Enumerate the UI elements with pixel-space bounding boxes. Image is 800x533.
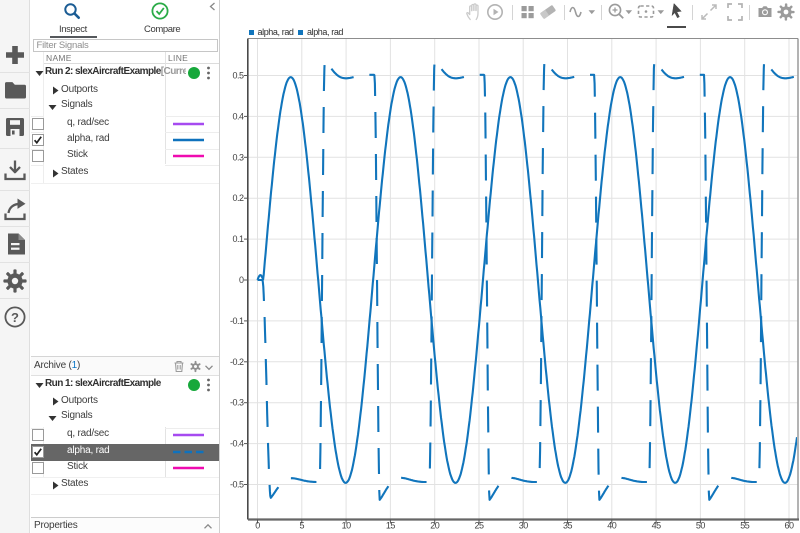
svg-text:5: 5 [300,521,305,531]
svg-text:?: ? [11,310,19,325]
svg-text:35: 35 [563,521,573,531]
svg-text:0.4: 0.4 [232,111,244,121]
svg-text:50: 50 [696,521,706,531]
svg-text:0.3: 0.3 [232,152,244,162]
svg-text:-0.3: -0.3 [230,398,244,408]
svg-text:-0.4: -0.4 [230,439,244,449]
svg-text:0.5: 0.5 [232,71,244,81]
svg-text:60: 60 [784,521,794,531]
svg-text:-0.2: -0.2 [230,357,244,367]
svg-text:-0.5: -0.5 [230,480,244,490]
svg-text:-0.1: -0.1 [230,316,244,326]
svg-text:45: 45 [652,521,662,531]
svg-text:0.2: 0.2 [232,193,244,203]
svg-text:0: 0 [239,275,244,285]
svg-text:20: 20 [430,521,440,531]
svg-text:15: 15 [386,521,396,531]
svg-text:0.1: 0.1 [232,234,244,244]
svg-text:10: 10 [342,521,352,531]
svg-text:30: 30 [519,521,529,531]
svg-text:55: 55 [740,521,750,531]
svg-text:25: 25 [474,521,484,531]
svg-text:0: 0 [255,521,260,531]
svg-text:40: 40 [607,521,617,531]
